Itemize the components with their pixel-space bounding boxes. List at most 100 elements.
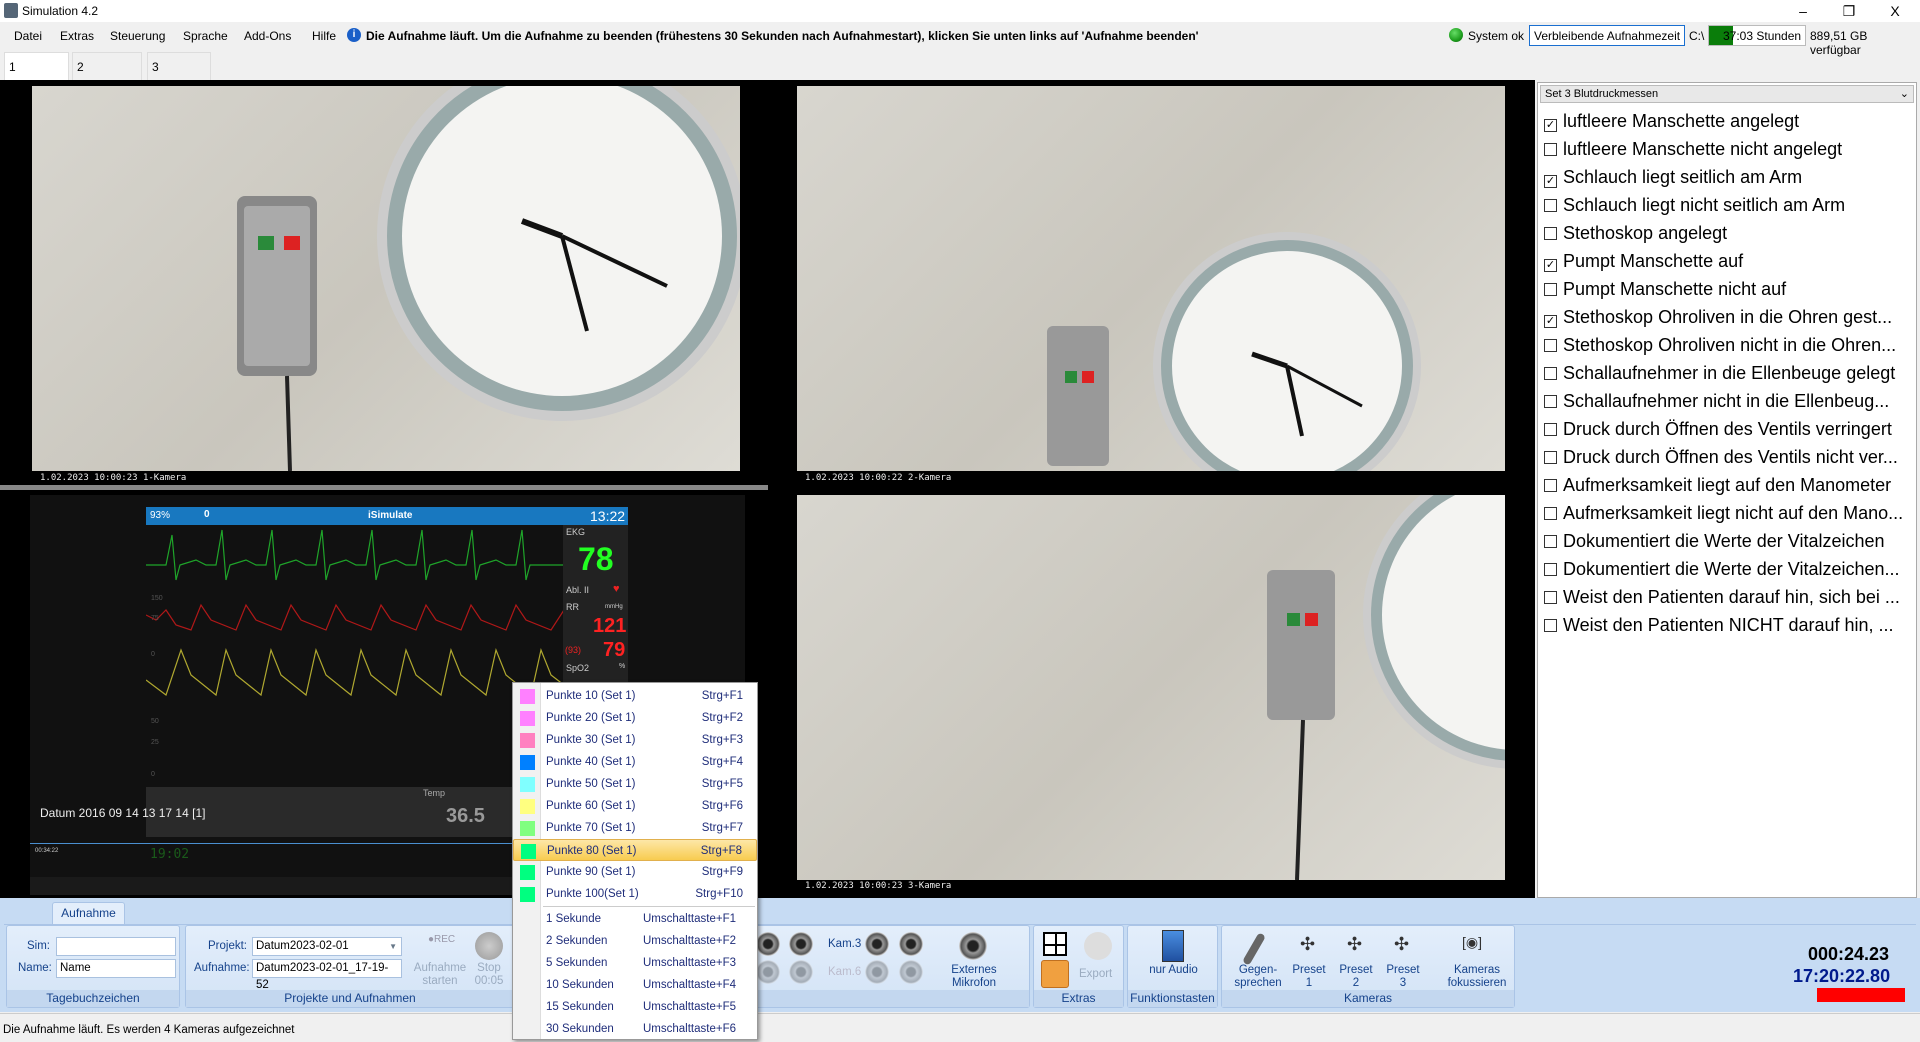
checkbox[interactable] (1544, 199, 1557, 212)
checkbox[interactable]: ✓ (1544, 119, 1557, 132)
preset-1-button[interactable]: Preset 1 (1292, 964, 1326, 990)
checklist-item[interactable]: ✓ luftleere Manschette angelegt (1544, 107, 1914, 135)
checkbox[interactable] (1544, 619, 1557, 632)
speaker-icon[interactable] (865, 932, 889, 956)
spo2-unit: % (619, 663, 626, 670)
menu-item-duration[interactable]: 2 Sekunden Umschalttaste+F2 (513, 930, 757, 952)
checkbox[interactable] (1544, 507, 1557, 520)
gegensprechen-button[interactable]: Gegen- sprechen (1232, 964, 1284, 990)
checklist-item[interactable]: Stethoskop angelegt (1544, 219, 1914, 247)
tab-anschauen[interactable]: 2 Anschauen (72, 52, 143, 102)
menu-item-points[interactable]: Punkte 20 (Set 1) Strg+F2 (513, 707, 757, 729)
name-input[interactable]: Name (56, 959, 176, 978)
checklist-item[interactable]: Schlauch liegt nicht seitlich am Arm (1544, 191, 1914, 219)
aufnahme-input[interactable]: Datum2023-02-01_17-19-52 (252, 959, 402, 991)
projekt-select[interactable]: Datum2023-02-01 ▼ (252, 937, 402, 956)
tab-aufnahme[interactable]: 1 Aufnahme (4, 52, 69, 102)
checklist-item-label: Weist den Patienten darauf hin, sich bei… (1563, 587, 1900, 607)
checkbox[interactable] (1544, 227, 1557, 240)
menu-item-points[interactable]: Punkte 40 (Set 1) Strg+F4 (513, 751, 757, 773)
speaker-icon[interactable] (789, 960, 813, 984)
checklist-item[interactable]: luftleere Manschette nicht angelegt (1544, 135, 1914, 163)
checklist-item[interactable]: Dokumentiert die Werte der Vitalzeichen (1544, 527, 1914, 555)
checkbox[interactable] (1544, 367, 1557, 380)
speaker-icon[interactable] (865, 960, 889, 984)
tab-ausgeben[interactable]: 3 Ausgeben (147, 52, 212, 102)
checklist-item[interactable]: Pumpt Manschette nicht auf (1544, 275, 1914, 303)
checkbox[interactable] (1544, 451, 1557, 464)
set-select[interactable]: Set 3 Blutdruckmessen ⌄ (1540, 85, 1914, 103)
checkbox[interactable] (1544, 143, 1557, 156)
checklist-item[interactable]: ✓ Schlauch liegt seitlich am Arm (1544, 163, 1914, 191)
menu-add-ons[interactable]: Add-Ons (244, 29, 291, 43)
speaker-icon[interactable] (756, 932, 780, 956)
restore-button[interactable]: ❐ (1826, 0, 1872, 22)
focus-cameras-button[interactable]: Kameras fokussieren (1444, 964, 1510, 990)
menu-steuerung[interactable]: Steuerung (110, 29, 165, 43)
preset-2-button[interactable]: Preset 2 (1339, 964, 1373, 990)
checkbox[interactable] (1544, 423, 1557, 436)
menu-hilfe[interactable]: Hilfe (312, 29, 336, 43)
checkbox[interactable] (1544, 479, 1557, 492)
menu-item-points[interactable]: Punkte 100(Set 1) Strg+F10 (513, 883, 757, 905)
menu-item-points[interactable]: Punkte 80 (Set 1) Strg+F8 (513, 839, 757, 861)
checklist-item[interactable]: Aufmerksamkeit liegt auf den Manometer (1544, 471, 1914, 499)
menu-item-duration[interactable]: 1 Sekunde Umschalttaste+F1 (513, 908, 757, 930)
checklist-item[interactable]: Weist den Patienten NICHT darauf hin, ..… (1544, 611, 1914, 639)
checkbox[interactable] (1544, 535, 1557, 548)
checkbox[interactable]: ✓ (1544, 259, 1557, 272)
checklist-item[interactable]: Dokumentiert die Werte der Vitalzeichen.… (1544, 555, 1914, 583)
start-recording-button[interactable]: ●REC Aufnahme starten (412, 930, 468, 990)
menu-item-duration[interactable]: 15 Sekunden Umschalttaste+F5 (513, 996, 757, 1018)
sim-input[interactable] (56, 937, 176, 956)
checklist-item[interactable]: ✓ Stethoskop Ohroliven in die Ohren gest.… (1544, 303, 1914, 331)
camera-1-view[interactable] (32, 86, 740, 471)
nur-audio-button[interactable]: nur Audio (1128, 964, 1219, 977)
speaker-icon[interactable] (899, 960, 923, 984)
menu-item-duration[interactable]: 30 Sekunden Umschalttaste+F6 (513, 1018, 757, 1040)
checklist-item[interactable]: Druck durch Öffnen des Ventils verringer… (1544, 415, 1914, 443)
menu-item-points[interactable]: Punkte 60 (Set 1) Strg+F6 (513, 795, 757, 817)
menu-item-points[interactable]: Punkte 50 (Set 1) Strg+F5 (513, 773, 757, 795)
menu-item-points[interactable]: Punkte 30 (Set 1) Strg+F3 (513, 729, 757, 751)
checkbox[interactable] (1544, 283, 1557, 296)
menu-item-duration[interactable]: 5 Sekunden Umschalttaste+F3 (513, 952, 757, 974)
speaker-icon[interactable] (756, 960, 780, 984)
external-mic-speaker-icon[interactable] (959, 932, 987, 960)
menu-extras[interactable]: Extras (60, 29, 94, 43)
checklist-item[interactable]: ✓ Pumpt Manschette auf (1544, 247, 1914, 275)
checkbox[interactable]: ✓ (1544, 315, 1557, 328)
checkbox[interactable] (1544, 563, 1557, 576)
camera-3-view[interactable] (797, 495, 1505, 880)
checklist-item[interactable]: Druck durch Öffnen des Ventils nicht ver… (1544, 443, 1914, 471)
camera-2-view[interactable] (797, 86, 1505, 471)
diastolic: 79 (603, 639, 626, 661)
menu-item-points[interactable]: Punkte 90 (Set 1) Strg+F9 (513, 861, 757, 883)
checkbox[interactable] (1544, 395, 1557, 408)
menu-item-shortcut: Umschalttaste+F5 (643, 1001, 736, 1013)
export-button[interactable]: Export (1079, 968, 1112, 981)
speaker-icon[interactable] (789, 932, 813, 956)
preset-3-button[interactable]: Preset 3 (1386, 964, 1420, 990)
menu-sprache[interactable]: Sprache (183, 29, 228, 43)
grid-layout-icon[interactable] (1043, 932, 1067, 956)
checklist-item[interactable]: Stethoskop Ohroliven nicht in die Ohren.… (1544, 331, 1914, 359)
checkbox[interactable]: ✓ (1544, 175, 1557, 188)
checklist-item[interactable]: Schallaufnehmer nicht in die Ellenbeug..… (1544, 387, 1914, 415)
menu-item-points[interactable]: Punkte 10 (Set 1) Strg+F1 (513, 685, 757, 707)
checklist-item[interactable]: Schallaufnehmer in die Ellenbeuge gelegt (1544, 359, 1914, 387)
ribbon-tab-aufnahme[interactable]: Aufnahme (52, 902, 125, 924)
checklist-item[interactable]: Weist den Patienten darauf hin, sich bei… (1544, 583, 1914, 611)
speaker-icon[interactable] (899, 932, 923, 956)
minimize-button[interactable]: – (1780, 0, 1826, 22)
rr-unit: mmHg (605, 604, 623, 610)
camera-person-button[interactable] (1041, 960, 1069, 988)
menu-datei[interactable]: Datei (14, 29, 42, 43)
checkbox[interactable] (1544, 339, 1557, 352)
checkbox[interactable] (1544, 591, 1557, 604)
menu-item-points[interactable]: Punkte 70 (Set 1) Strg+F7 (513, 817, 757, 839)
checklist-item[interactable]: Aufmerksamkeit liegt nicht auf den Mano.… (1544, 499, 1914, 527)
close-button[interactable]: X (1872, 0, 1918, 22)
stop-button[interactable]: Stop 00:05 (471, 930, 507, 990)
menu-item-duration[interactable]: 10 Sekunden Umschalttaste+F4 (513, 974, 757, 996)
